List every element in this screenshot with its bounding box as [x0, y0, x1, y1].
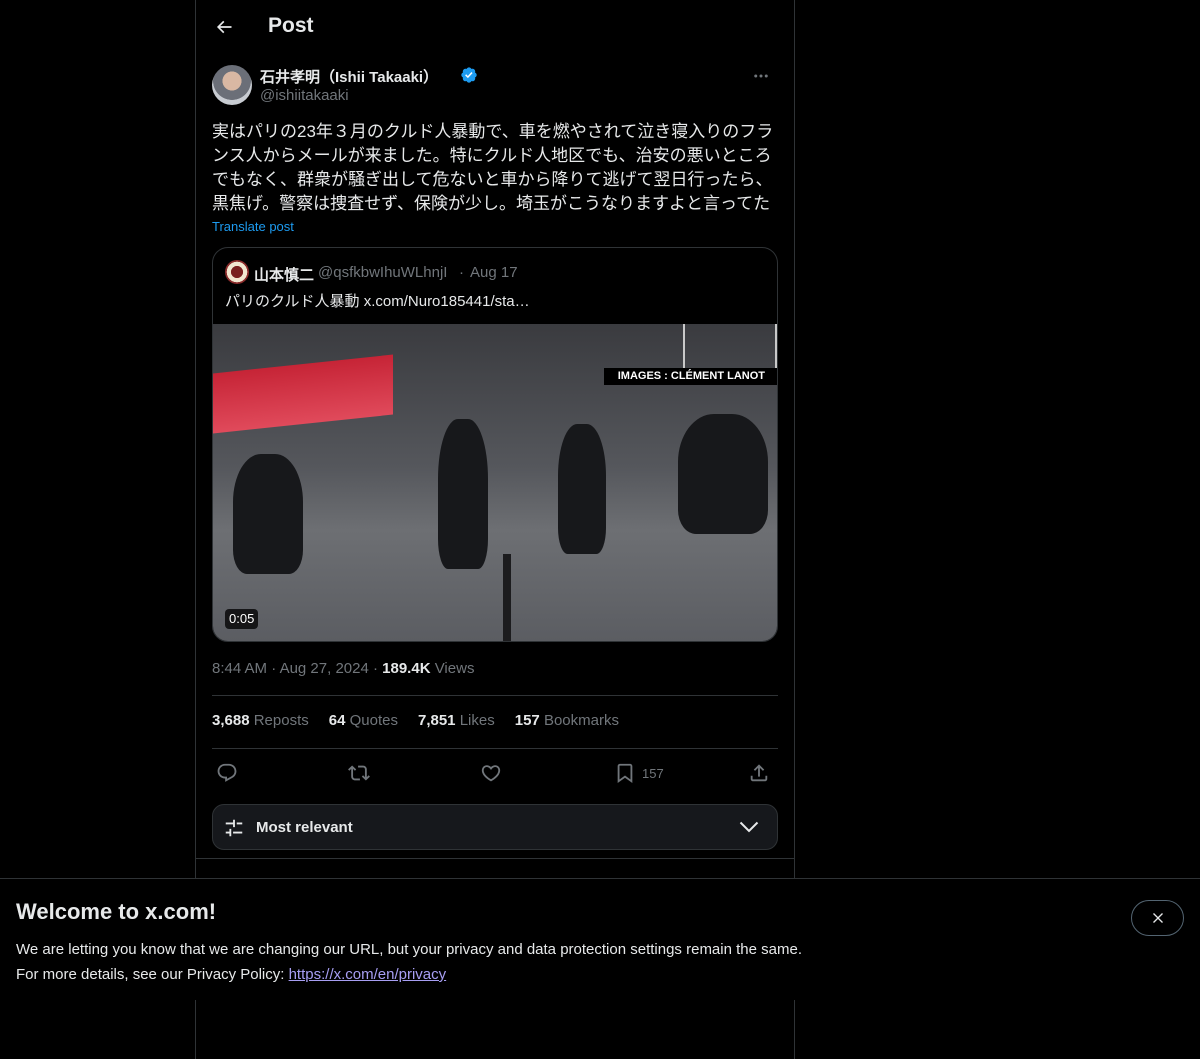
separator-dot: ·	[372, 660, 383, 677]
arrow-left-icon	[216, 20, 232, 34]
verified-badge-icon[interactable]	[460, 66, 478, 84]
quoted-video[interactable]: IMAGES : CLÉMENT LANOT 0:05	[213, 324, 777, 641]
post-date[interactable]: Aug 27, 2024	[280, 660, 369, 677]
likes-stat[interactable]: 7,851 Likes	[418, 712, 495, 734]
repost-icon	[348, 765, 370, 781]
views-count: 189.4K	[382, 660, 431, 677]
divider	[212, 748, 778, 749]
avatar[interactable]	[212, 65, 252, 105]
post-actions: 157	[212, 758, 778, 788]
likes-label: Likes	[459, 712, 495, 729]
post-author: 石井孝明（Ishii Takaaki） @ishiitakaaki	[212, 64, 778, 108]
reply-icon	[217, 763, 237, 782]
heart-icon	[481, 765, 501, 782]
post-time[interactable]: 8:44 AM	[212, 660, 267, 677]
video-scene-pole	[503, 554, 511, 641]
banner-title: Welcome to x.com!	[16, 899, 217, 924]
quoted-post[interactable]: 山本慎二 @qsfkbwIhuWLhnjI · Aug 17 パリのクルド人暴動…	[212, 247, 778, 642]
reposts-stat[interactable]: 3,688 Reposts	[212, 712, 309, 734]
author-handle[interactable]: @ishiitakaaki	[260, 87, 349, 104]
share-icon	[750, 764, 768, 782]
video-duration-badge: 0:05	[225, 609, 259, 629]
quoted-date: Aug 17	[470, 264, 518, 281]
post-metadata: 8:44 AM · Aug 27, 2024 · 189.4K Views	[212, 660, 474, 677]
views-label: Views	[434, 660, 475, 677]
reply-button[interactable]	[216, 758, 238, 788]
bookmark-icon	[617, 763, 633, 784]
repost-button[interactable]	[348, 758, 370, 788]
post-header: Post	[196, 0, 794, 54]
post-stats: 3,688 Reposts 64 Quotes 7,851 Likes 157 …	[212, 712, 619, 734]
reposts-label: Reposts	[253, 712, 309, 729]
like-button[interactable]	[480, 758, 502, 788]
reposts-count: 3,688	[212, 712, 250, 729]
page-title: Post	[268, 14, 314, 37]
quotes-stat[interactable]: 64 Quotes	[329, 712, 398, 734]
divider	[196, 858, 794, 859]
author-display-name[interactable]: 石井孝明（Ishii Takaaki）	[260, 66, 438, 87]
bookmark-count: 157	[642, 765, 664, 781]
video-scene-figure	[233, 454, 303, 574]
bookmarks-count: 157	[514, 712, 540, 729]
more-icon	[754, 74, 768, 78]
banner-line-2-prefix: For more details, see our Privacy Policy…	[16, 966, 289, 983]
video-scene-awning	[213, 354, 393, 434]
bookmarks-stat[interactable]: 157 Bookmarks	[515, 712, 619, 734]
quoted-avatar	[225, 260, 249, 284]
welcome-banner: Welcome to x.com! We are letting you kno…	[0, 878, 1200, 1000]
separator-dot: ·	[271, 660, 280, 677]
divider	[212, 695, 778, 696]
quoted-text: パリのクルド人暴動 x.com/Nuro185441/sta…	[225, 293, 530, 310]
replies-sort-dropdown[interactable]: Most relevant	[212, 804, 778, 850]
video-scene-figure	[438, 419, 488, 569]
quoted-display-name: 山本慎二	[254, 267, 315, 284]
share-button[interactable]	[748, 758, 770, 788]
quoted-handle: @qsfkbwIhuWLhnjI	[318, 264, 448, 281]
bookmark-button[interactable]: 157	[614, 758, 664, 788]
video-caption-badge: IMAGES : CLÉMENT LANOT	[603, 368, 777, 385]
chevron-down-icon	[739, 821, 759, 833]
separator-dot: ·	[459, 264, 464, 281]
quotes-count: 64	[328, 712, 346, 729]
close-icon	[1152, 913, 1163, 923]
quotes-label: Quotes	[349, 712, 398, 729]
bookmarks-label: Bookmarks	[543, 712, 619, 729]
banner-text: We are letting you know that we are chan…	[16, 937, 802, 987]
sliders-icon	[225, 819, 243, 837]
video-scene-figure	[558, 424, 606, 554]
close-banner-button[interactable]	[1131, 900, 1184, 936]
more-options-button[interactable]	[744, 64, 778, 88]
back-button[interactable]	[206, 9, 242, 45]
post-text: 実はパリの23年３月のクルド人暴動で、車を燃やされて泣き寝入りのフランス人からメ…	[212, 122, 774, 213]
sort-label: Most relevant	[256, 819, 353, 836]
video-scene-figure	[678, 414, 768, 534]
banner-line-2: For more details, see our Privacy Policy…	[16, 962, 802, 987]
banner-line-1: We are letting you know that we are chan…	[16, 941, 802, 958]
translate-post-link[interactable]: Translate post	[212, 219, 294, 234]
likes-count: 7,851	[417, 712, 456, 729]
privacy-policy-link[interactable]: https://x.com/en/privacy	[289, 966, 447, 983]
